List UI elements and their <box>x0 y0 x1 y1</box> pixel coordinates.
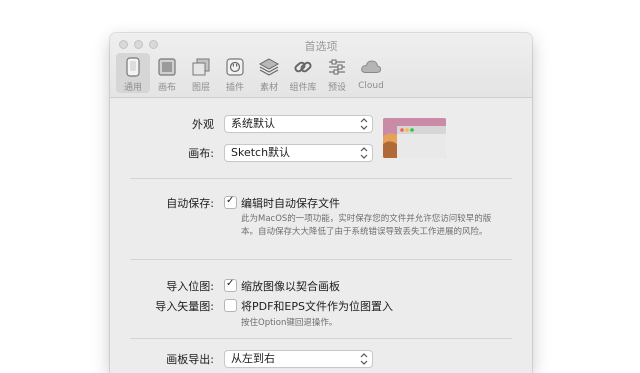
chevron-updown-icon <box>360 118 368 130</box>
canvas-value: Sketch默认 <box>231 146 291 159</box>
tab-libraries[interactable]: 组件库 <box>286 53 320 93</box>
tab-presets[interactable]: 预设 <box>320 53 354 93</box>
preferences-toolbar: 通用 画布 图层 插件 素材 组件库 预设 Cloud <box>116 53 388 93</box>
import-vector-label: 导入矢量图: <box>155 300 214 313</box>
tab-canvas-label: 画布 <box>157 83 176 93</box>
preferences-window: 首选项 通用 画布 图层 插件 素材 组件库 预设 Cloud 外观 系统默认 … <box>110 33 532 373</box>
divider <box>130 338 512 339</box>
device-phone-icon <box>122 56 144 77</box>
autosave-help-line2: 本。自动保存大大降低了由于系统错误导致丢失工作进展的风险。 <box>241 227 488 237</box>
titlebar: 首选项 通用 画布 图层 插件 素材 组件库 预设 Cloud <box>110 33 532 98</box>
import-vector-checkbox-label: 将PDF和EPS文件作为位图置入 <box>241 300 393 313</box>
divider <box>130 259 512 260</box>
tab-layers[interactable]: 图层 <box>184 53 218 93</box>
window-title: 首选项 <box>304 40 338 53</box>
appearance-select[interactable]: 系统默认 <box>225 116 372 132</box>
tab-layers-label: 图层 <box>191 83 210 93</box>
canvas-label: 画布: <box>188 147 214 160</box>
link-icon <box>292 56 314 77</box>
cloud-icon <box>360 56 382 78</box>
autosave-checkbox[interactable]: ✓ <box>225 195 236 208</box>
artboard-export-label: 画板导出: <box>166 353 214 366</box>
tab-plugins-label: 插件 <box>225 83 244 93</box>
appearance-value: 系统默认 <box>231 117 275 130</box>
checkmark-icon: ✓ <box>226 278 235 289</box>
appearance-preview-image <box>383 118 446 158</box>
import-bitmap-checkbox[interactable]: ✓ <box>225 278 236 291</box>
layers-icon <box>190 56 212 77</box>
artboard-export-value: 从左到右 <box>231 352 275 365</box>
tab-presets-label: 预设 <box>327 83 346 93</box>
canvas-icon <box>156 56 178 77</box>
checkmark-icon: ✓ <box>226 195 235 206</box>
tab-libraries-label: 组件库 <box>289 83 317 93</box>
tab-cloud[interactable]: Cloud <box>354 53 388 93</box>
canvas-select[interactable]: Sketch默认 <box>225 145 372 161</box>
import-vector-checkbox[interactable] <box>225 300 236 311</box>
plug-icon <box>224 56 246 77</box>
artboard-export-select[interactable]: 从左到右 <box>225 351 372 367</box>
tab-cloud-label: Cloud <box>358 81 384 91</box>
divider <box>130 178 512 179</box>
tab-assets[interactable]: 素材 <box>252 53 286 93</box>
autosave-label: 自动保存: <box>166 197 214 210</box>
autosave-checkbox-label: 编辑时自动保存文件 <box>241 197 340 210</box>
autosave-help-line1: 此为MacOS的一项功能，实时保存您的文件并允许您访问较早的版 <box>241 214 492 224</box>
sliders-icon <box>326 56 348 77</box>
tab-general[interactable]: 通用 <box>116 53 150 93</box>
chevron-updown-icon <box>360 353 368 365</box>
import-vector-help: 按住Option键回退操作。 <box>241 318 338 328</box>
import-bitmap-label: 导入位图: <box>166 280 214 293</box>
import-bitmap-checkbox-label: 缩放图像以契合画板 <box>241 280 340 293</box>
tab-canvas[interactable]: 画布 <box>150 53 184 93</box>
tab-assets-label: 素材 <box>259 83 278 93</box>
tab-plugins[interactable]: 插件 <box>218 53 252 93</box>
chevron-updown-icon <box>360 147 368 159</box>
stack-icon <box>258 56 280 77</box>
tab-general-label: 通用 <box>123 83 142 93</box>
appearance-label: 外观 <box>192 118 214 131</box>
